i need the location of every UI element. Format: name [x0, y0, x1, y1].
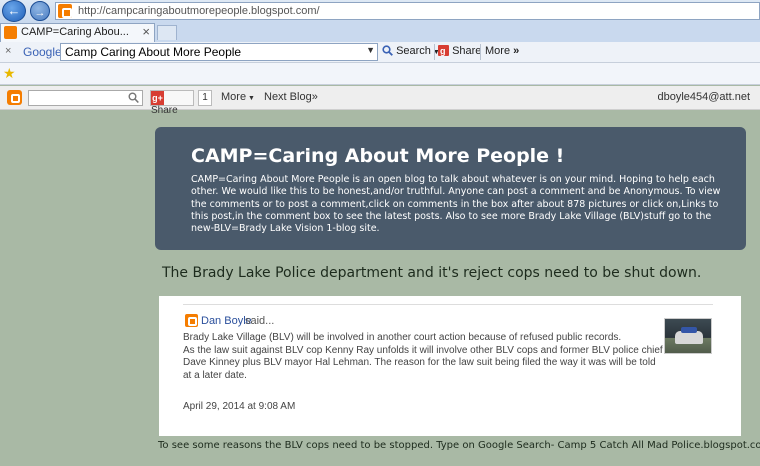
- google-plus-share-button[interactable]: g+ Share: [150, 90, 194, 116]
- toolbar-divider: [480, 44, 481, 60]
- google-search-input[interactable]: Camp Caring About More People ▼: [60, 43, 378, 61]
- back-arrow-icon: ←: [7, 3, 21, 18]
- search-icon[interactable]: [128, 92, 139, 104]
- google-more-label: More: [485, 45, 511, 57]
- google-logo: Google: [23, 45, 62, 59]
- comment-body-line: As the law suit against BLV cop Kenny Ra…: [183, 344, 663, 381]
- share-count: 1: [198, 90, 212, 106]
- google-share-label: Share: [452, 45, 482, 57]
- blog-header: CAMP=Caring About More People ! CAMP=Car…: [155, 127, 746, 250]
- url-text: http://campcaringaboutmorepeople.blogspo…: [78, 5, 320, 17]
- comment-body-line: Brady Lake Village (BLV) will be involve…: [183, 332, 622, 343]
- blogger-profile-icon: [185, 314, 198, 327]
- comment-card: Dan Boyle said... Brady Lake Village (BL…: [159, 296, 741, 436]
- chevron-down-icon[interactable]: ▼: [366, 45, 375, 55]
- back-button[interactable]: ←: [2, 0, 26, 22]
- google-plus-icon: g+: [151, 91, 164, 105]
- tab-title: CAMP=Caring Abou...: [21, 26, 129, 38]
- blog-description: CAMP=Caring About More People is an open…: [191, 174, 721, 235]
- svg-text:g: g: [440, 46, 446, 56]
- footer-note: To see some reasons the BLV cops need to…: [158, 440, 760, 451]
- comment-date-link[interactable]: April 29, 2014 at 9:08 AM: [183, 401, 295, 412]
- new-tab-button[interactable]: [157, 25, 177, 40]
- divider: [183, 304, 713, 305]
- forward-button[interactable]: →: [30, 1, 50, 21]
- toolbar-close-icon[interactable]: ×: [5, 45, 11, 57]
- forward-arrow-icon: →: [34, 7, 46, 19]
- google-toolbar: × Google Camp Caring About More People ▼…: [0, 42, 760, 63]
- search-icon: [382, 45, 393, 56]
- google-search-value: Camp Caring About More People: [65, 45, 242, 59]
- share-label: Share: [151, 105, 178, 116]
- share-icon: g: [438, 45, 449, 56]
- navbar-more-button[interactable]: More ▼: [221, 91, 255, 103]
- google-share-button[interactable]: g Share: [438, 45, 481, 57]
- favorites-bar: ★: [0, 63, 760, 85]
- tab-strip: CAMP=Caring Abou... ×: [0, 22, 760, 42]
- police-car-image: [675, 327, 703, 344]
- chevron-down-icon: ▼: [246, 95, 255, 102]
- next-blog-link[interactable]: Next Blog»: [264, 91, 318, 103]
- google-search-label: Search: [396, 45, 431, 57]
- blogger-navbar: g+ Share 1 More ▼ Next Blog» dboyle454@a…: [0, 86, 760, 116]
- blogger-favicon-icon: [58, 4, 72, 18]
- navbar-more-label: More: [221, 91, 247, 103]
- address-bar-row: ← → http://campcaringaboutmorepeople.blo…: [0, 0, 760, 22]
- blogger-favicon-icon: [4, 26, 17, 39]
- comment-body: Brady Lake Village (BLV) will be involve…: [183, 332, 663, 382]
- blogger-logo-icon[interactable]: [7, 90, 22, 105]
- post-title[interactable]: The Brady Lake Police department and it'…: [162, 265, 752, 281]
- url-input[interactable]: http://campcaringaboutmorepeople.blogspo…: [55, 2, 760, 20]
- author-avatar[interactable]: [664, 318, 712, 354]
- favorites-star-icon[interactable]: ★: [3, 65, 16, 82]
- google-more-button[interactable]: More »: [485, 45, 519, 57]
- tab-close-icon[interactable]: ×: [142, 24, 150, 39]
- google-search-button[interactable]: Search ▼: [382, 45, 440, 57]
- comment-said-label: said...: [245, 315, 275, 327]
- double-chevron-right-icon: »: [510, 45, 520, 57]
- blog-title[interactable]: CAMP=Caring About More People !: [191, 145, 564, 167]
- toolbar-divider: [434, 44, 435, 60]
- user-email[interactable]: dboyle454@att.net: [657, 91, 750, 103]
- blog-search-input[interactable]: [28, 90, 143, 106]
- tab-camp-blog[interactable]: CAMP=Caring Abou... ×: [0, 23, 155, 42]
